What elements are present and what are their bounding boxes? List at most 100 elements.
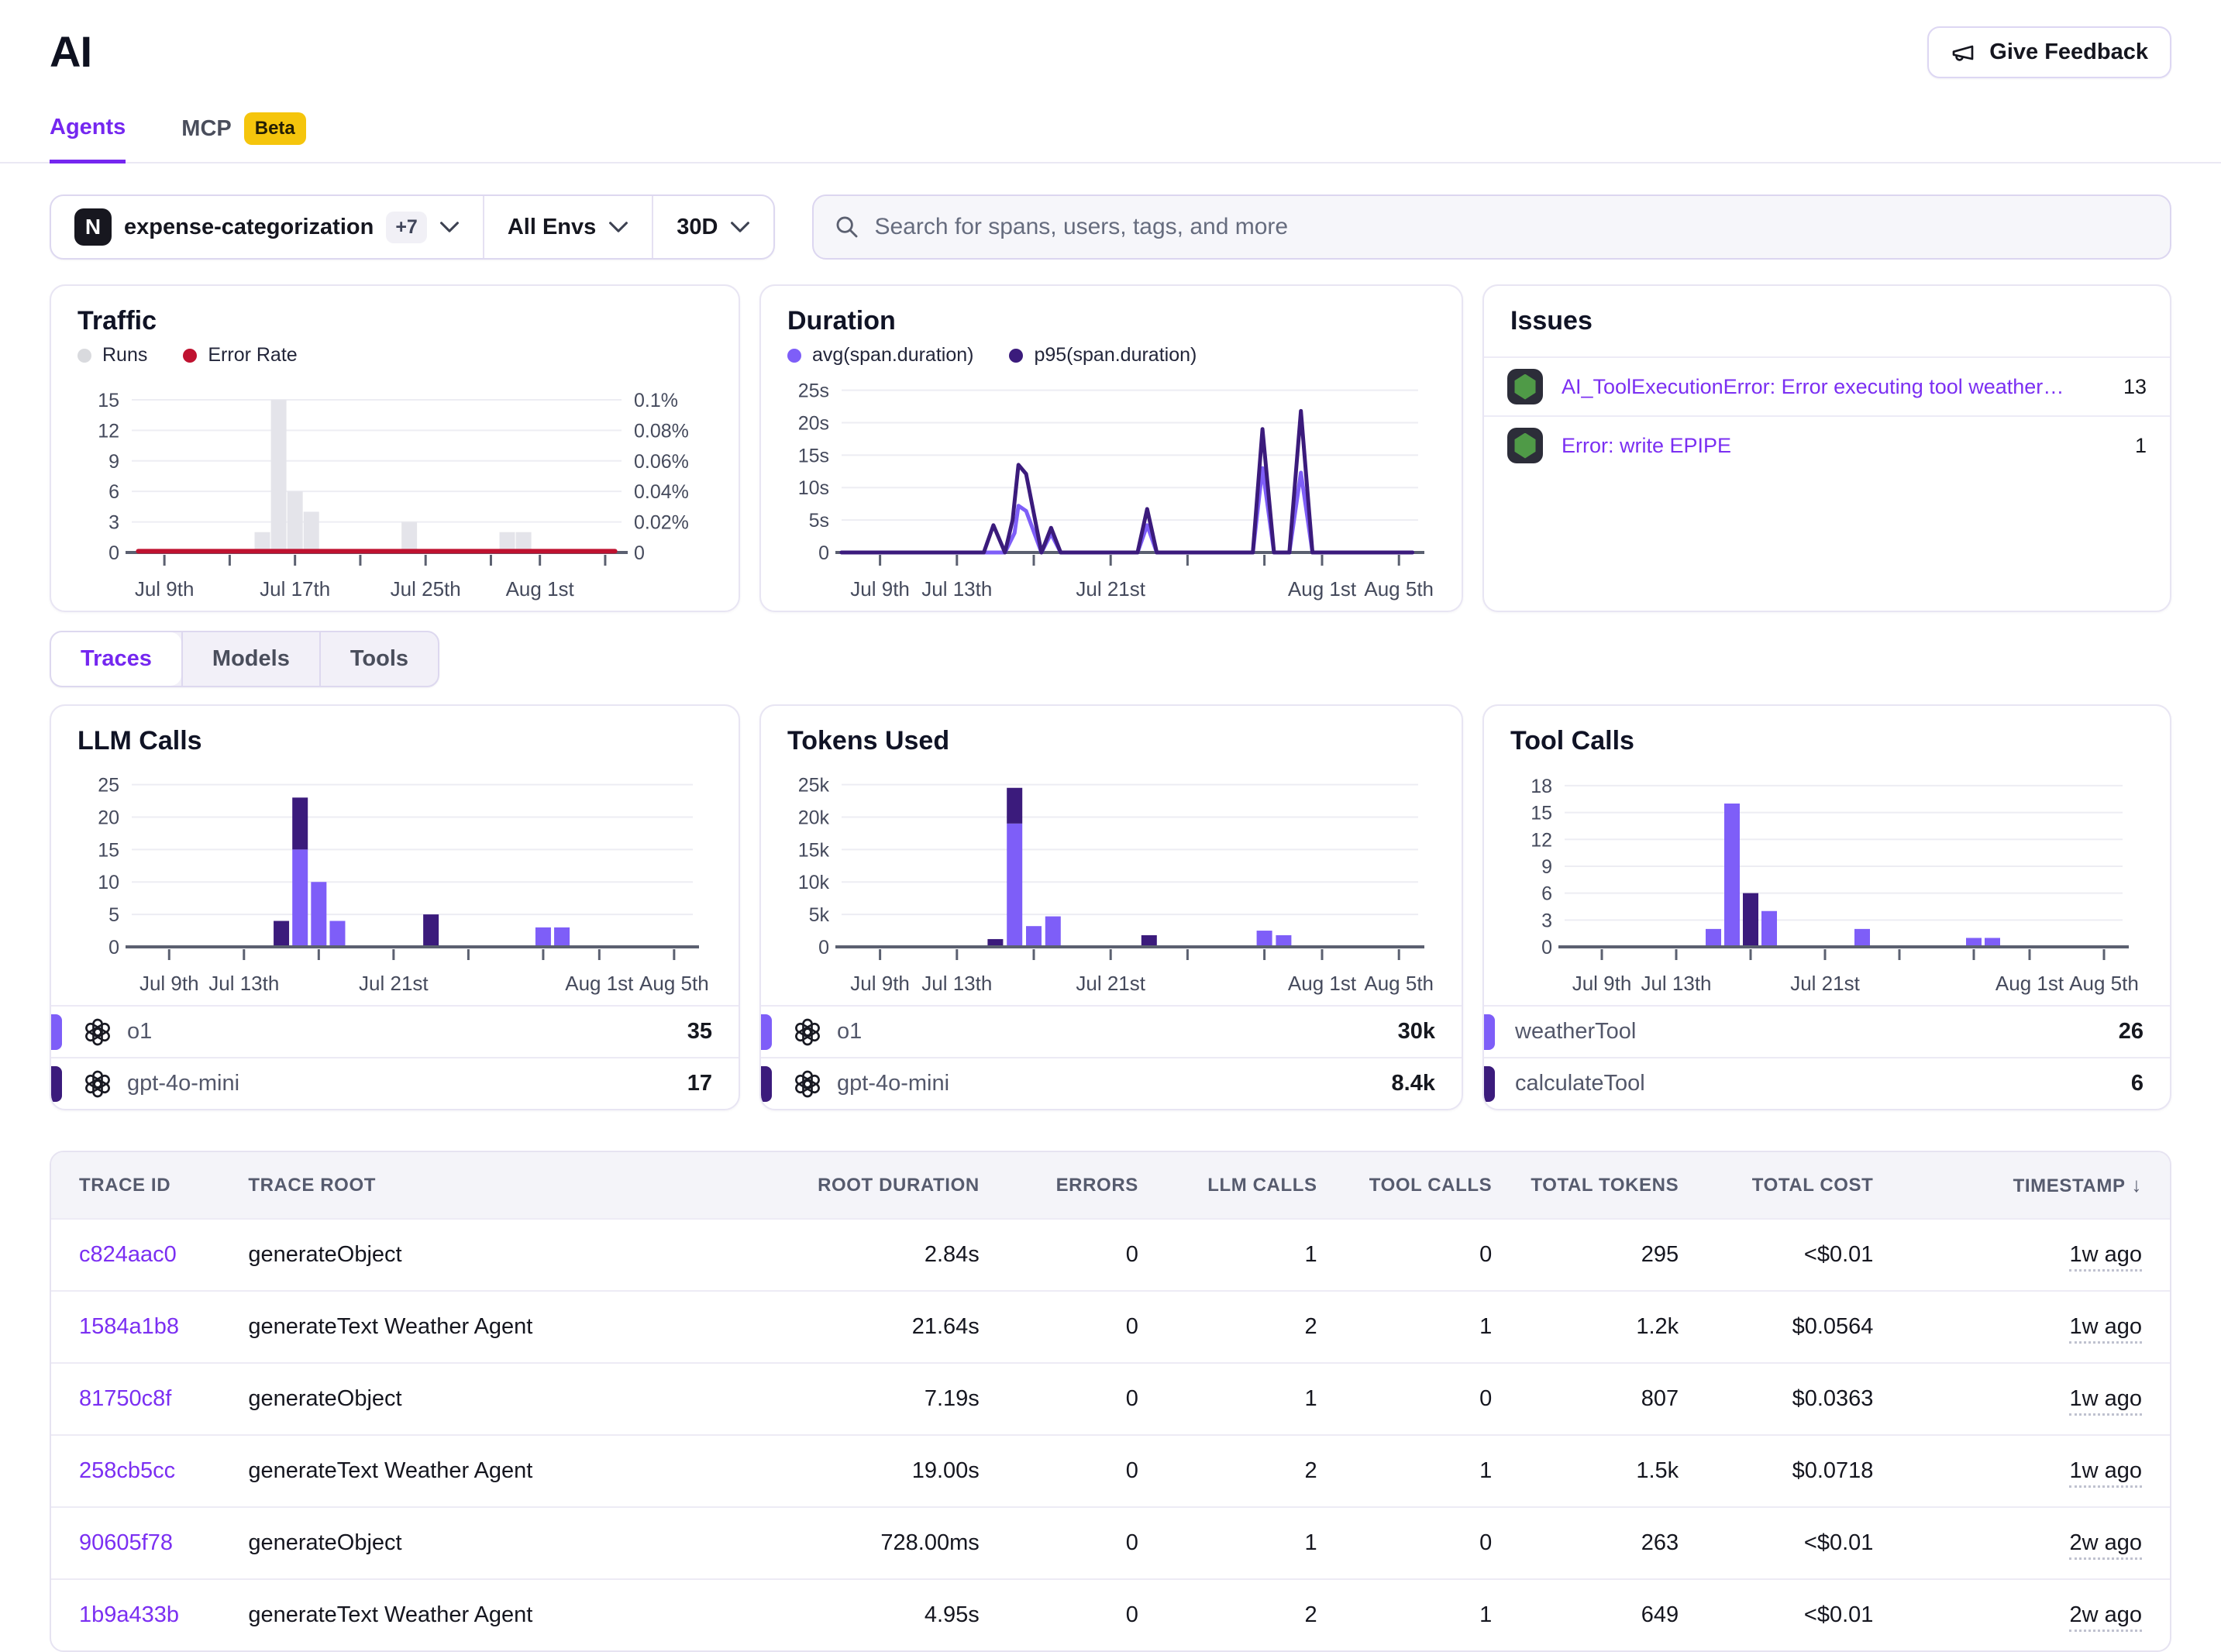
table-cell: 2 (1138, 1579, 1317, 1650)
table-cell: 1 (1317, 1435, 1493, 1507)
table-cell: 1 (1317, 1291, 1493, 1363)
trace-id-link[interactable]: 90605f78 (79, 1530, 173, 1555)
issue-count: 1 (2135, 434, 2147, 458)
env-selector[interactable]: All Envs (483, 196, 652, 258)
svg-text:0: 0 (108, 937, 119, 959)
search-placeholder: Search for spans, users, tags, and more (874, 214, 1288, 240)
timestamp-cell[interactable]: 1w ago (1873, 1435, 2170, 1507)
column-header-trace-root[interactable]: TRACE ROOT (248, 1152, 693, 1219)
series-row[interactable]: gpt-4o-mini17 (51, 1057, 739, 1109)
svg-text:5s: 5s (809, 510, 829, 532)
tab-agents[interactable]: Agents (50, 112, 126, 163)
issue-link[interactable]: AI_ToolExecutionError: Error executing t… (1562, 375, 2065, 399)
timestamp-value[interactable]: 2w ago (2069, 1530, 2142, 1560)
trace-id-link[interactable]: 1584a1b8 (79, 1314, 179, 1339)
trace-id-cell[interactable]: 1584a1b8 (51, 1291, 248, 1363)
timestamp-value[interactable]: 2w ago (2069, 1602, 2142, 1632)
table-cell: 0 (980, 1291, 1138, 1363)
issue-link[interactable]: Error: write EPIPE (1562, 434, 1731, 458)
timestamp-value[interactable]: 1w ago (2069, 1386, 2142, 1416)
column-header-timestamp[interactable]: TIMESTAMP ↓ (1873, 1152, 2170, 1219)
duration-card: Duration avg(span.duration)p95(span.dura… (759, 284, 1463, 612)
series-row[interactable]: o130k (761, 1005, 1462, 1057)
tab-mcp[interactable]: MCP Beta (181, 112, 305, 162)
timestamp-value[interactable]: 1w ago (2069, 1314, 2142, 1344)
table-cell: 1.5k (1492, 1435, 1679, 1507)
page-title: AI (50, 26, 91, 77)
table-row[interactable]: 1584a1b8generateText Weather Agent21.64s… (51, 1291, 2170, 1363)
traffic-title: Traffic (77, 306, 712, 336)
table-cell: 295 (1492, 1219, 1679, 1291)
svg-text:0: 0 (818, 542, 829, 564)
svg-text:25: 25 (98, 775, 119, 797)
issue-row[interactable]: AI_ToolExecutionError: Error executing t… (1484, 356, 2170, 415)
series-name: weatherTool (1515, 1019, 1636, 1045)
table-row[interactable]: 90605f78generateObject728.00ms010263<$0.… (51, 1507, 2170, 1579)
issue-row[interactable]: Error: write EPIPE 1 (1484, 415, 2170, 474)
svg-text:10: 10 (98, 872, 119, 893)
llm-calls-chart: 0510152025Jul 9thJul 13thJul 21stAug 1st… (77, 764, 712, 1000)
subtab-models[interactable]: Models (181, 632, 319, 686)
table-row[interactable]: 1b9a433bgenerateText Weather Agent4.95s0… (51, 1579, 2170, 1650)
traces-table: TRACE IDTRACE ROOTROOT DURATIONERRORSLLM… (50, 1151, 2171, 1652)
timestamp-value[interactable]: 1w ago (2069, 1458, 2142, 1488)
column-header-total-tokens[interactable]: TOTAL TOKENS (1492, 1152, 1679, 1219)
svg-text:Jul 21st: Jul 21st (1790, 972, 1860, 995)
timestamp-value[interactable]: 1w ago (2069, 1242, 2142, 1272)
trace-id-link[interactable]: c824aac0 (79, 1242, 177, 1267)
megaphone-icon (1951, 40, 1975, 65)
subtab-traces[interactable]: Traces (51, 632, 181, 686)
series-row[interactable]: gpt-4o-mini8.4k (761, 1057, 1462, 1109)
chevron-down-icon (730, 221, 750, 233)
table-row[interactable]: c824aac0generateObject2.84s010295<$0.011… (51, 1219, 2170, 1291)
svg-text:3: 3 (1541, 910, 1552, 931)
trace-id-cell[interactable]: 81750c8f (51, 1363, 248, 1435)
table-cell: $0.0718 (1679, 1435, 1873, 1507)
legend-label: avg(span.duration) (812, 344, 973, 367)
trace-id-cell[interactable]: 90605f78 (51, 1507, 248, 1579)
legend-item: Error Rate (183, 344, 297, 367)
column-header-llm-calls[interactable]: LLM CALLS (1138, 1152, 1317, 1219)
series-row[interactable]: calculateTool6 (1484, 1057, 2170, 1109)
table-cell: 807 (1492, 1363, 1679, 1435)
timestamp-cell[interactable]: 1w ago (1873, 1291, 2170, 1363)
timestamp-cell[interactable]: 1w ago (1873, 1363, 2170, 1435)
traffic-card: Traffic RunsError Rate 0030.02%60.04%90.… (50, 284, 740, 612)
chevron-down-icon (608, 221, 628, 233)
trace-id-cell[interactable]: 1b9a433b (51, 1579, 248, 1650)
tokens-used-title: Tokens Used (787, 726, 1435, 756)
column-header-tool-calls[interactable]: TOOL CALLS (1317, 1152, 1493, 1219)
date-range-selector[interactable]: 30D (652, 196, 773, 258)
trace-id-link[interactable]: 81750c8f (79, 1386, 171, 1411)
trace-id-link[interactable]: 1b9a433b (79, 1602, 179, 1627)
column-header-errors[interactable]: ERRORS (980, 1152, 1138, 1219)
trace-id-cell[interactable]: 258cb5cc (51, 1435, 248, 1507)
table-row[interactable]: 81750c8fgenerateObject7.19s010807$0.0363… (51, 1363, 2170, 1435)
issue-gem-icon (1507, 428, 1543, 463)
svg-text:0: 0 (1541, 937, 1552, 959)
give-feedback-button[interactable]: Give Feedback (1927, 26, 2171, 78)
column-header-root-duration[interactable]: ROOT DURATION (694, 1152, 980, 1219)
svg-text:5k: 5k (809, 904, 830, 926)
svg-text:Jul 13th: Jul 13th (1641, 972, 1711, 995)
timestamp-cell[interactable]: 2w ago (1873, 1507, 2170, 1579)
column-header-trace-id[interactable]: TRACE ID (51, 1152, 248, 1219)
search-input[interactable]: Search for spans, users, tags, and more (812, 194, 2171, 260)
table-cell: 649 (1492, 1579, 1679, 1650)
timestamp-cell[interactable]: 1w ago (1873, 1219, 2170, 1291)
table-row[interactable]: 258cb5ccgenerateText Weather Agent19.00s… (51, 1435, 2170, 1507)
top-bar: AI Give Feedback (50, 0, 2171, 78)
series-row[interactable]: o135 (51, 1005, 739, 1057)
duration-legend: avg(span.duration) p95(span.duration) (787, 344, 1435, 367)
subtab-tools[interactable]: Tools (319, 632, 438, 686)
legend-label: p95(span.duration) (1034, 344, 1197, 367)
column-header-total-cost[interactable]: TOTAL COST (1679, 1152, 1873, 1219)
main-tabs: Agents MCP Beta (0, 112, 2221, 163)
project-selector[interactable]: N expense-categorization +7 (51, 196, 483, 258)
trace-id-link[interactable]: 258cb5cc (79, 1458, 175, 1483)
trace-id-cell[interactable]: c824aac0 (51, 1219, 248, 1291)
series-color-bar (51, 1066, 62, 1102)
timestamp-cell[interactable]: 2w ago (1873, 1579, 2170, 1650)
table-cell: $0.0564 (1679, 1291, 1873, 1363)
series-row[interactable]: weatherTool26 (1484, 1005, 2170, 1057)
